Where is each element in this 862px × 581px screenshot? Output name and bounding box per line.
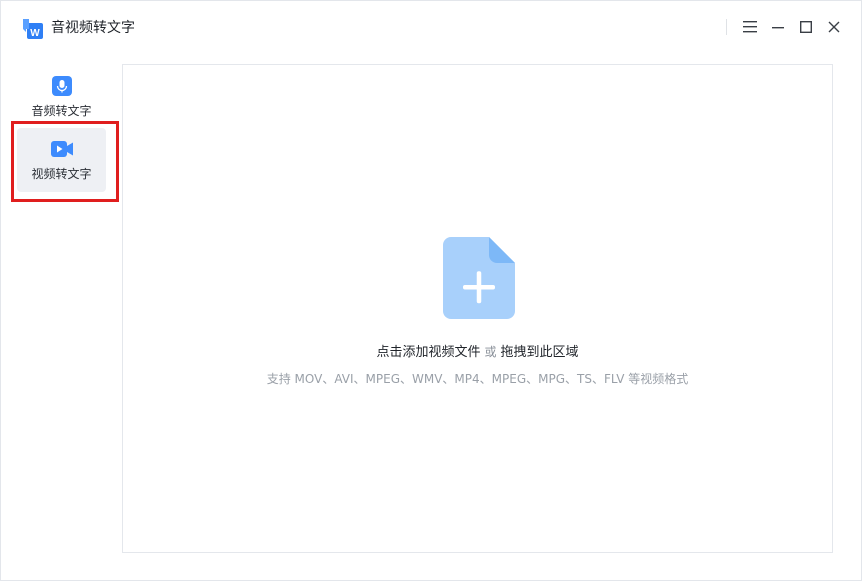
drag-text: 拖拽到此区域 bbox=[500, 345, 579, 360]
titlebar-divider bbox=[726, 19, 727, 35]
maximize-button[interactable] bbox=[797, 18, 815, 36]
highlight-annotation-box bbox=[11, 121, 119, 202]
microphone-icon bbox=[51, 75, 73, 97]
minimize-button[interactable] bbox=[769, 18, 787, 36]
minimize-icon bbox=[772, 27, 784, 29]
drop-instruction: 点击添加视频文件或拖拽到此区域 bbox=[123, 343, 832, 362]
sidebar-item-label: 音频转文字 bbox=[31, 104, 92, 118]
svg-text:W: W bbox=[30, 28, 40, 39]
app-title: 音视频转文字 bbox=[51, 20, 135, 36]
or-text: 或 bbox=[484, 345, 497, 359]
supported-formats-text: 支持 MOV、AVI、MPEG、WMV、MP4、MPEG、MPG、TS、FLV … bbox=[266, 372, 689, 386]
menu-button[interactable] bbox=[741, 18, 759, 36]
sidebar-item-audio-to-text[interactable]: 音频转文字 bbox=[17, 65, 106, 129]
title-bar: W 音视频转文字 bbox=[1, 1, 861, 53]
file-drop-zone[interactable]: 点击添加视频文件或拖拽到此区域 支持 MOV、AVI、MPEG、WMV、MP4、… bbox=[122, 64, 833, 553]
app-logo-icon: W bbox=[23, 19, 43, 39]
app-window: W 音视频转文字 音频转文字 视频转文字 点击添加视频文件 或 拖拽到此区域 支… bbox=[0, 0, 862, 581]
close-icon bbox=[828, 21, 840, 33]
menu-icon bbox=[743, 21, 757, 33]
file-add-icon[interactable] bbox=[443, 237, 515, 319]
click-add-text[interactable]: 点击添加视频文件 bbox=[376, 345, 480, 360]
maximize-icon bbox=[800, 21, 812, 33]
close-button[interactable] bbox=[825, 18, 843, 36]
